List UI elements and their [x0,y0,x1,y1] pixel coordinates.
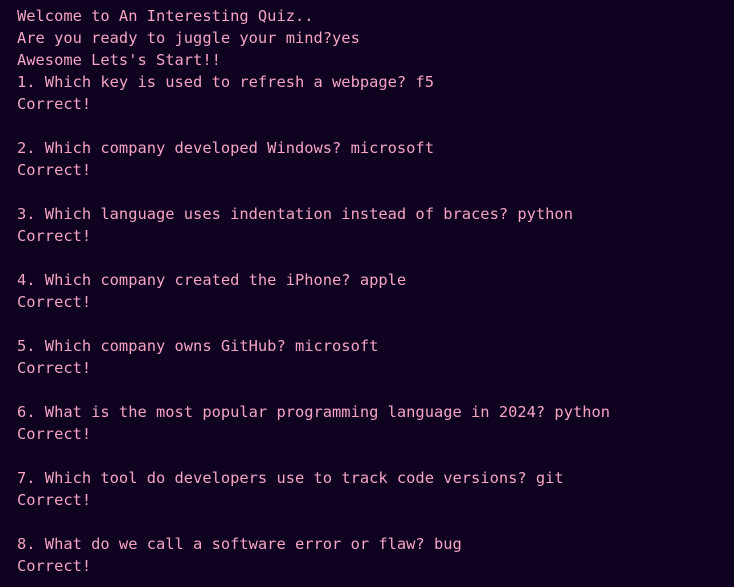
result-line-5: Correct! [17,359,92,377]
question-line-8: 8. What do we call a software error or f… [17,535,462,553]
intro-welcome-line: Welcome to An Interesting Quiz.. [17,7,314,25]
question-line-2: 2. Which company developed Windows? micr… [17,139,434,157]
result-line-4: Correct! [17,293,92,311]
intro-ready-line: Are you ready to juggle your mind?yes [17,29,360,47]
question-line-4: 4. Which company created the iPhone? app… [17,271,407,289]
result-line-3: Correct! [17,227,92,245]
result-line-1: Correct! [17,95,92,113]
terminal-output[interactable]: Welcome to An Interesting Quiz.. Are you… [0,0,734,587]
question-line-3: 3. Which language uses indentation inste… [17,205,573,223]
question-line-7: 7. Which tool do developers use to track… [17,469,564,487]
question-line-1: 1. Which key is used to refresh a webpag… [17,73,434,91]
question-line-6: 6. What is the most popular programming … [17,403,611,421]
result-line-2: Correct! [17,161,92,179]
question-line-5: 5. Which company owns GitHub? microsoft [17,337,379,355]
result-line-7: Correct! [17,491,92,509]
result-line-8: Correct! [17,557,92,575]
intro-start-line: Awesome Lets's Start!! [17,51,221,69]
result-line-6: Correct! [17,425,92,443]
